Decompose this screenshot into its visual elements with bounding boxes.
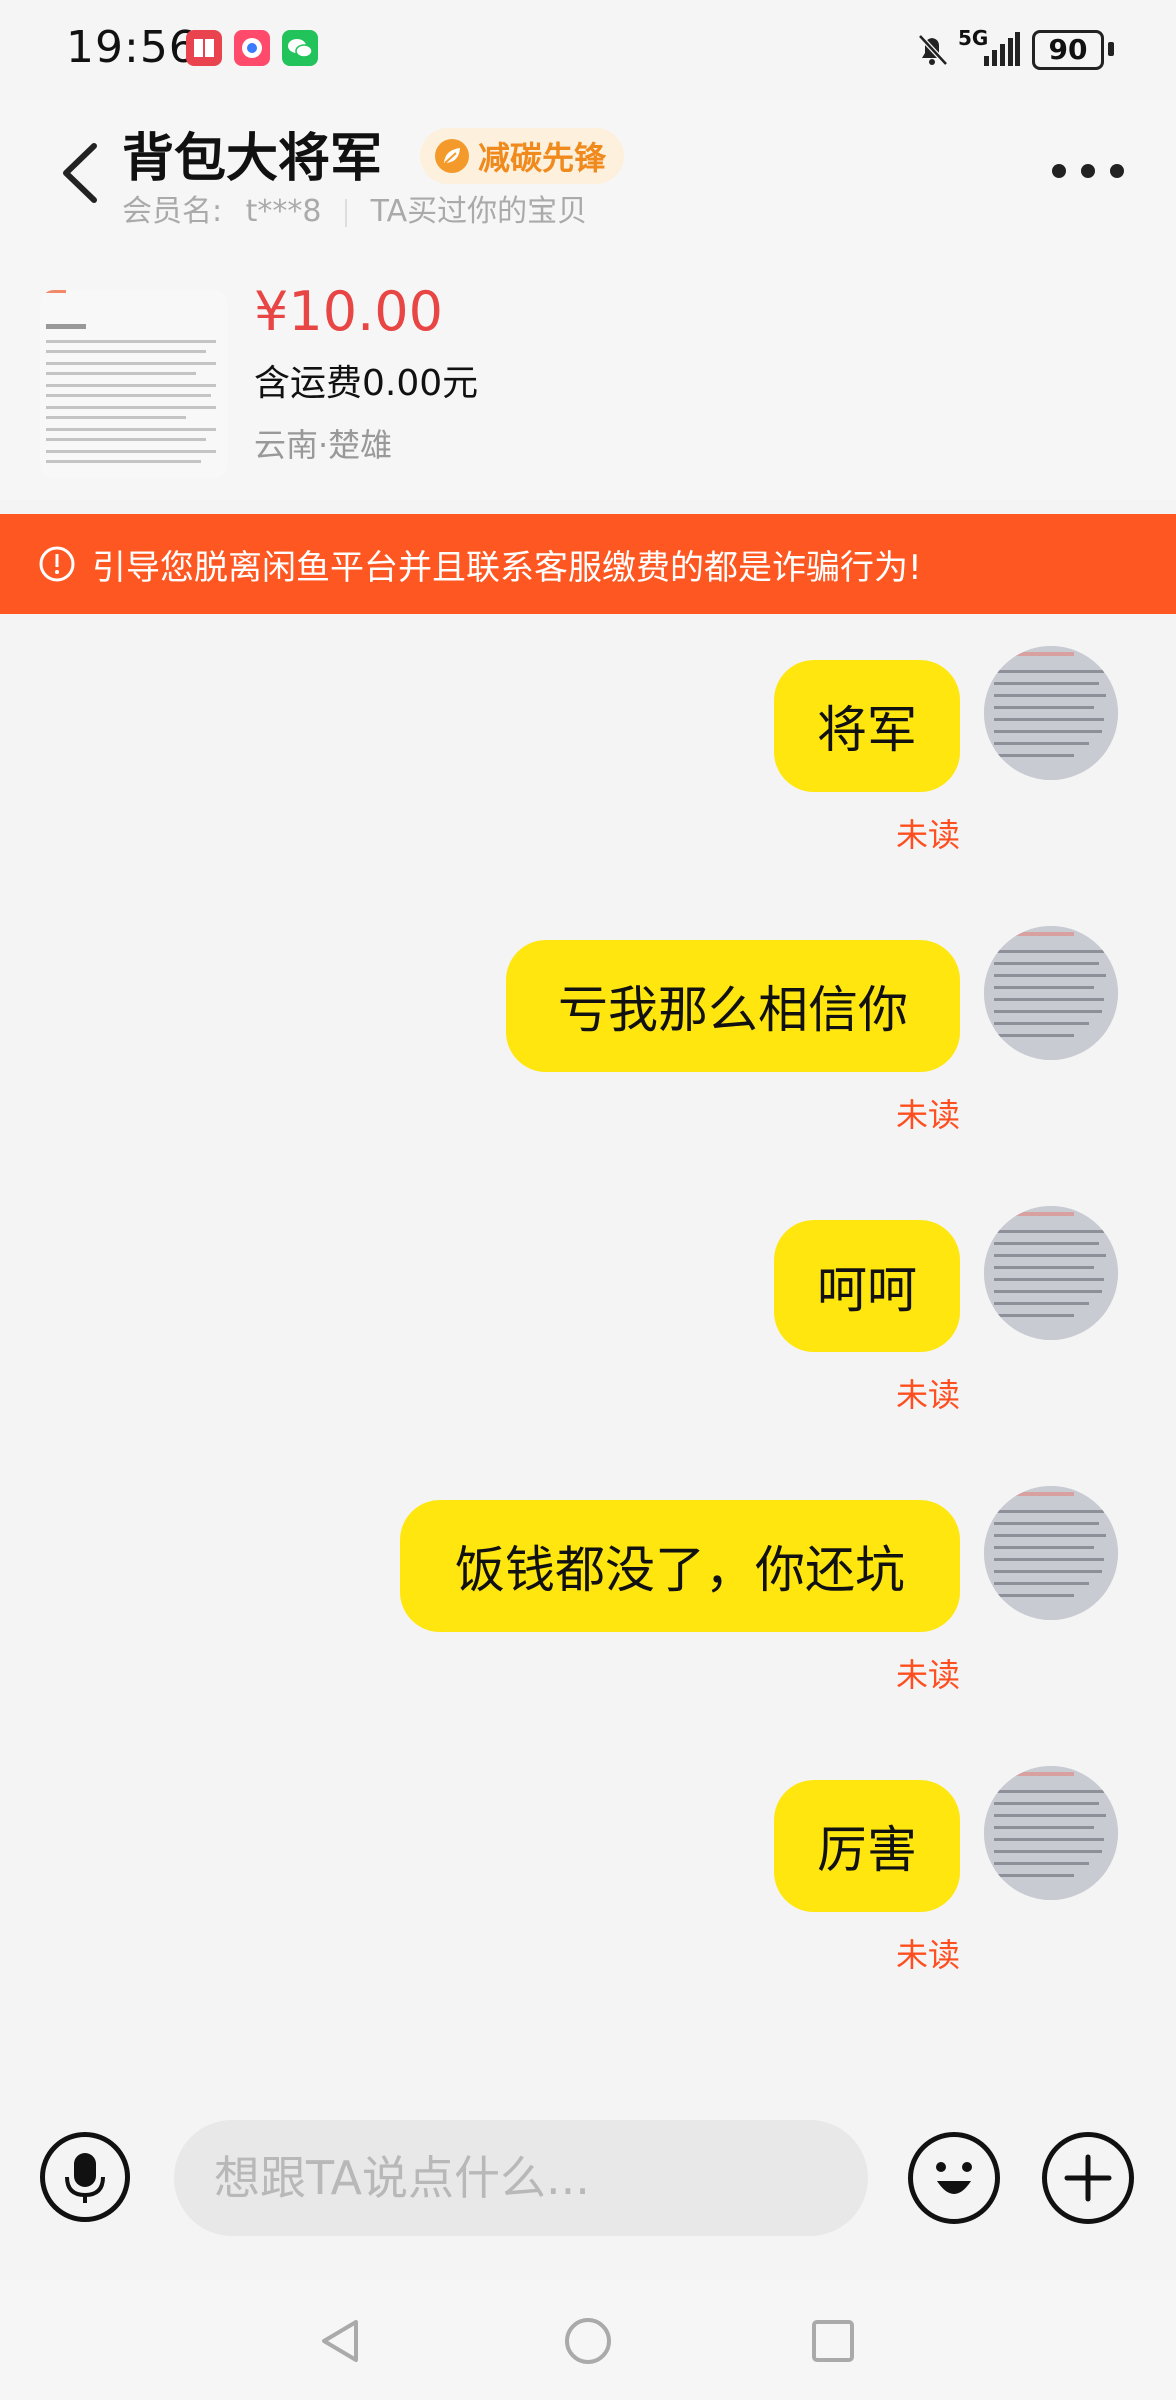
message-bubble[interactable]: 将军 — [774, 660, 960, 792]
product-thumbnail[interactable] — [40, 290, 228, 478]
book-app-icon — [186, 30, 222, 66]
unread-status: 未读 — [895, 1096, 960, 1134]
avatar[interactable] — [984, 1206, 1118, 1340]
avatar-image — [984, 1486, 1118, 1620]
more-options-button[interactable] — [1052, 156, 1124, 186]
wechat-icon — [282, 30, 318, 66]
warning-text: 引导您脱离闲鱼平台并且联系客服缴费的都是诈骗行为! — [92, 547, 922, 588]
unread-status: 未读 — [895, 816, 960, 854]
avatar[interactable] — [984, 1486, 1118, 1620]
battery-level: 90 — [1048, 33, 1088, 66]
signal-icon — [984, 32, 1020, 66]
product-location: 云南·楚雄 — [254, 426, 393, 464]
divider — [345, 198, 348, 227]
battery-icon: 90 — [1032, 30, 1104, 70]
purchase-note: TA买过你的宝贝 — [370, 194, 588, 229]
message-bubble[interactable]: 饭钱都没了，你还坑 — [400, 1500, 960, 1632]
member-name: t***8 — [245, 194, 322, 229]
product-price: ¥10.00 — [254, 280, 443, 343]
battery-tip — [1108, 42, 1114, 56]
plus-icon — [1064, 2154, 1112, 2202]
avatar[interactable] — [984, 1766, 1118, 1900]
microphone-icon — [65, 2153, 105, 2203]
status-time: 19:56 — [66, 22, 198, 73]
nav-recents-button[interactable] — [808, 2316, 858, 2366]
more-actions-button[interactable] — [1042, 2132, 1134, 2224]
avatar-image — [984, 1206, 1118, 1340]
message-bubble[interactable]: 亏我那么相信你 — [506, 940, 960, 1072]
message-input[interactable] — [174, 2120, 868, 2236]
message-bubble[interactable]: 呵呵 — [774, 1220, 960, 1352]
avatar[interactable] — [984, 646, 1118, 780]
warning-icon — [39, 546, 75, 582]
emoji-button[interactable] — [908, 2132, 1000, 2224]
nav-home-button[interactable] — [563, 2316, 613, 2366]
mute-bell-icon — [918, 34, 948, 66]
chat-title: 背包大将军 — [122, 129, 383, 189]
smiley-icon — [936, 2162, 972, 2194]
unread-status: 未读 — [895, 1376, 960, 1414]
game-app-icon — [234, 30, 270, 66]
leaf-icon — [435, 139, 469, 173]
nav-back-button[interactable] — [316, 2316, 366, 2366]
carbon-badge[interactable]: 减碳先锋 — [420, 128, 625, 184]
back-button[interactable] — [56, 138, 106, 208]
more-dot-icon — [1081, 164, 1095, 178]
shipping-fee: 含运费0.00元 — [254, 363, 479, 404]
more-dot-icon — [1052, 164, 1066, 178]
fraud-warning-banner: 引导您脱离闲鱼平台并且联系客服缴费的都是诈骗行为! — [0, 514, 1176, 614]
unread-status: 未读 — [895, 1936, 960, 1974]
avatar-image — [984, 646, 1118, 780]
unread-status: 未读 — [895, 1656, 960, 1694]
document-image — [40, 290, 228, 478]
voice-input-button[interactable] — [40, 2132, 130, 2222]
avatar-image — [984, 1766, 1118, 1900]
more-dot-icon — [1110, 164, 1124, 178]
badge-label: 减碳先锋 — [478, 139, 607, 177]
message-bubble[interactable]: 厉害 — [774, 1780, 960, 1912]
member-info: 会员名: t***8 TA买过你的宝贝 — [122, 186, 587, 230]
avatar-image — [984, 926, 1118, 1060]
status-bar: 19:56 5G 90 — [0, 0, 1176, 100]
avatar[interactable] — [984, 926, 1118, 1060]
member-label: 会员名: — [122, 194, 223, 229]
system-nav-bar — [0, 2280, 1176, 2400]
